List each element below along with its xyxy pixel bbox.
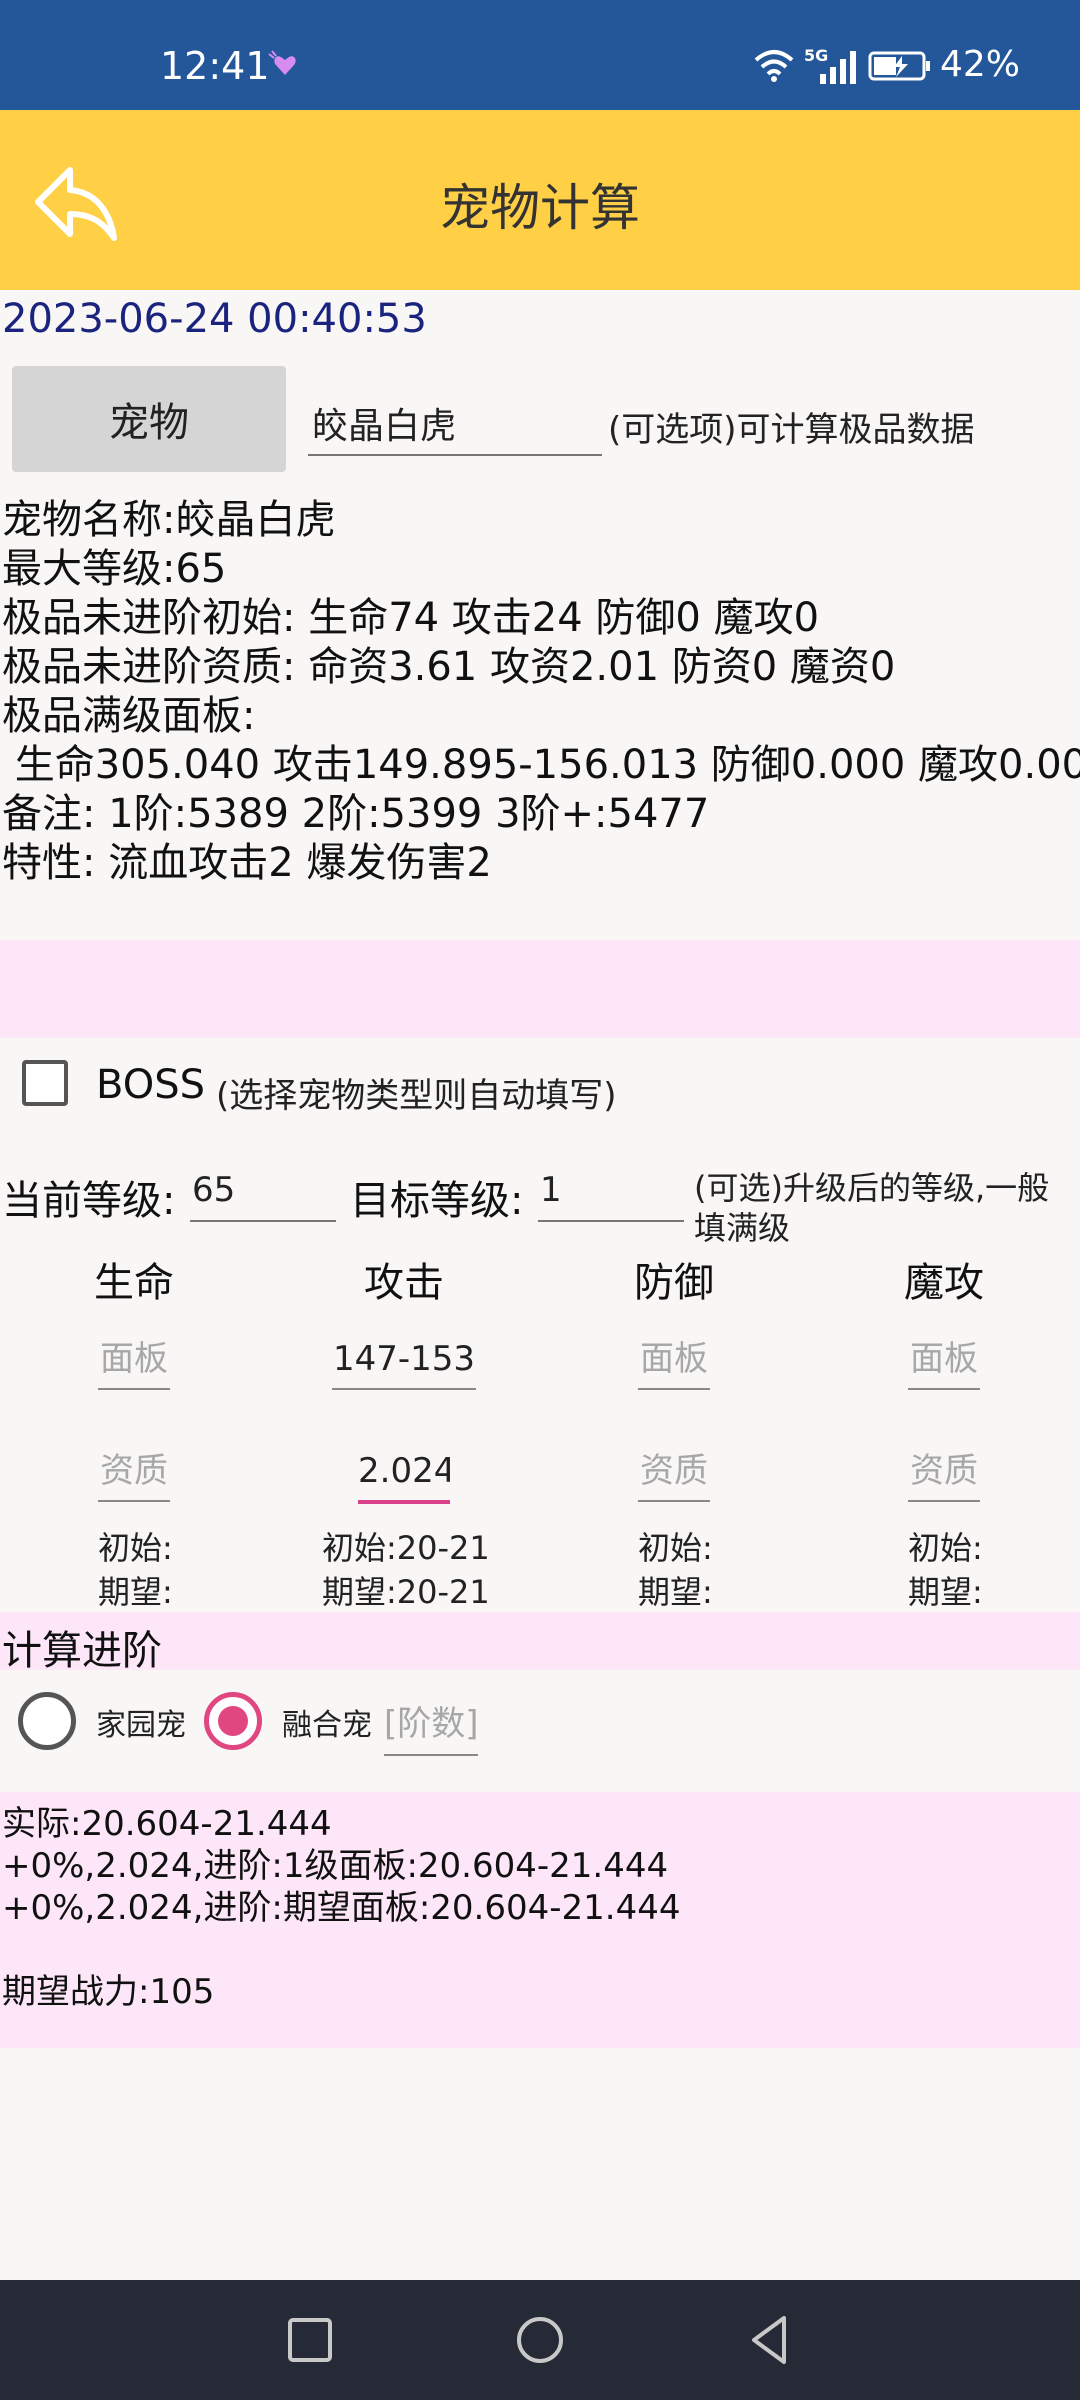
- recent-apps-icon[interactable]: [280, 2310, 340, 2370]
- select-pet-button[interactable]: 宠物: [12, 366, 286, 472]
- pet-info-line: 宠物名称:皎晶白虎: [2, 497, 336, 543]
- magic-aptitude-input[interactable]: [908, 1442, 980, 1502]
- pet-info-line: 极品未进阶资质: 命资3.61 攻资2.01 防资0 魔资0: [2, 644, 896, 690]
- pet-info-line: 生命305.040 攻击149.895-156.013 防御0.000 魔攻0.…: [2, 742, 1080, 788]
- current-level-label: 当前等级:: [2, 1178, 176, 1224]
- pet-info-line: 备注: 1阶:5389 2阶:5399 3阶+:5477: [2, 791, 710, 837]
- home-icon[interactable]: [510, 2310, 570, 2370]
- attack-panel-input[interactable]: [332, 1330, 476, 1390]
- app-bar: 宠物计算: [0, 110, 1080, 290]
- winged-heart-icon: [268, 50, 296, 75]
- defense-expected: 期望:: [638, 1573, 713, 1611]
- pet-info-line: 最大等级:65: [2, 546, 227, 592]
- pet-info: 宠物名称:皎晶白虎 最大等级:65 极品未进阶初始: 生命74 攻击24 防御0…: [2, 496, 1080, 888]
- page-title: 宠物计算: [440, 179, 640, 237]
- stat-header-defense: 防御: [634, 1260, 714, 1306]
- boss-checkbox[interactable]: [22, 1060, 68, 1106]
- section-band: [0, 1612, 1080, 1670]
- signal-icon: [820, 51, 856, 84]
- boss-hint: (选择宠物类型则自动填写): [216, 1076, 617, 1116]
- battery-percent: 42%: [940, 44, 1021, 85]
- target-level-label: 目标等级:: [350, 1178, 524, 1224]
- current-level-input[interactable]: [190, 1160, 336, 1222]
- pet-info-line: 极品满级面板:: [2, 693, 256, 739]
- target-level-hint: (可选)升级后的等级,一般填满级: [694, 1169, 1050, 1247]
- wifi-icon: [754, 50, 794, 82]
- hp-initial: 初始:: [98, 1529, 173, 1567]
- attack-initial: 初始:20-21: [322, 1529, 490, 1567]
- boss-label: BOSS: [96, 1062, 206, 1108]
- result-line: 期望战力:105: [2, 1972, 215, 2012]
- status-bar: 12:41 5G 42%: [0, 0, 1080, 110]
- magic-panel-input[interactable]: [908, 1330, 980, 1390]
- hp-expected: 期望:: [98, 1573, 173, 1611]
- home-pet-label: 家园宠: [96, 1708, 186, 1743]
- pet-info-line: 特性: 流血攻击2 爆发伤害2: [2, 840, 492, 886]
- fusion-pet-label: 融合宠: [282, 1708, 372, 1743]
- pet-info-line: 极品未进阶初始: 生命74 攻击24 防御0 魔攻0: [2, 595, 820, 641]
- hp-panel-input[interactable]: [98, 1330, 170, 1390]
- attack-aptitude-input[interactable]: [358, 1442, 450, 1504]
- target-level-input[interactable]: [538, 1160, 684, 1222]
- stat-header-attack: 攻击: [364, 1260, 444, 1306]
- magic-expected: 期望:: [908, 1573, 983, 1611]
- hp-aptitude-input[interactable]: [98, 1442, 170, 1502]
- navigation-bar: [0, 2280, 1080, 2400]
- result-line: +0%,2.024,进阶:期望面板:20.604-21.444: [2, 1888, 681, 1928]
- pet-input-hint: (可选项)可计算极品数据: [608, 410, 975, 450]
- stat-header-magic: 魔攻: [904, 1260, 984, 1306]
- stage-input[interactable]: [384, 1694, 478, 1756]
- back-icon[interactable]: [740, 2310, 800, 2370]
- attack-expected: 期望:20-21: [322, 1573, 490, 1611]
- battery-charging-icon: [868, 51, 930, 81]
- advance-section-title: 计算进阶: [2, 1628, 162, 1674]
- magic-initial: 初始:: [908, 1529, 983, 1567]
- home-pet-radio[interactable]: [18, 1692, 76, 1750]
- status-time: 12:41: [160, 44, 270, 88]
- stat-header-hp: 生命: [94, 1260, 174, 1306]
- pet-name-input[interactable]: [308, 392, 602, 456]
- defense-aptitude-input[interactable]: [638, 1442, 710, 1502]
- result-panel: 实际:20.604-21.444 +0%,2.024,进阶:1级面板:20.60…: [0, 1792, 1080, 2048]
- defense-panel-input[interactable]: [638, 1330, 710, 1390]
- timestamp: 2023-06-24 00:40:53: [2, 296, 427, 342]
- fusion-pet-radio[interactable]: [204, 1692, 262, 1750]
- divider-band: [0, 940, 1080, 1038]
- defense-initial: 初始:: [638, 1529, 713, 1567]
